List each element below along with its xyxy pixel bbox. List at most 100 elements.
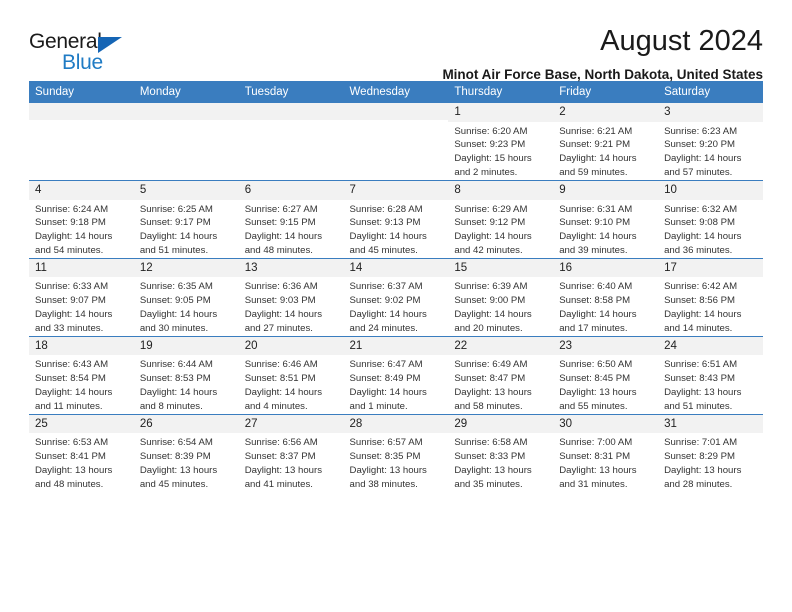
page-subtitle: Minot Air Force Base, North Dakota, Unit…: [442, 67, 763, 83]
page-title: August 2024: [600, 25, 763, 57]
calendar-day-cell[interactable]: 21 Sunrise: 6:47 AM Sunset: 8:49 PM Dayligh…: [343, 335, 449, 415]
day-number: 24: [658, 336, 763, 356]
calendar-day-cell[interactable]: 8 Sunrise: 6:29 AM Sunset: 9:12 PM Daylight…: [448, 179, 554, 259]
day-number: [29, 103, 134, 120]
calendar-day-cell[interactable]: 3 Sunrise: 6:23 AM Sunset: 9:20 PM Daylight…: [658, 103, 763, 181]
sunrise-text: Sunrise: 6:21 AM: [559, 125, 633, 137]
daylight-text-line1: Daylight: 14 hours: [559, 153, 637, 165]
weekday-header-wednesday: Wednesday: [343, 81, 449, 103]
general-blue-logo[interactable]: General Blue: [29, 26, 149, 78]
sunset-text: Sunset: 9:12 PM: [454, 217, 526, 229]
day-number: 30: [553, 414, 659, 434]
daylight-text-line2: and 30 minutes.: [139, 322, 209, 334]
sunrise-text: Sunrise: 6:43 AM: [35, 359, 109, 371]
sunrise-text: Sunrise: 6:54 AM: [139, 437, 213, 449]
sunset-text: Sunset: 8:45 PM: [559, 373, 631, 385]
day-number: 31: [658, 414, 763, 434]
daylight-text-line2: and 36 minutes.: [664, 244, 733, 256]
daylight-text-line1: Daylight: 14 hours: [664, 153, 742, 165]
day-number: [343, 103, 449, 120]
calendar-day-cell[interactable]: 4 Sunrise: 6:24 AM Sunset: 9:18 PM Daylight…: [29, 179, 134, 259]
calendar-day-cell[interactable]: 24 Sunrise: 6:51 AM Sunset: 8:43 PM Dayligh…: [658, 335, 763, 415]
calendar-day-cell[interactable]: 15 Sunrise: 6:39 AM Sunset: 9:00 PM Dayligh…: [448, 257, 554, 337]
day-number: 26: [133, 414, 239, 434]
calendar-day-cell[interactable]: 16 Sunrise: 6:40 AM Sunset: 8:58 PM Dayligh…: [553, 257, 659, 337]
sunrise-text: Sunrise: 6:58 AM: [454, 437, 528, 449]
sunrise-text: Sunrise: 7:01 AM: [664, 437, 738, 449]
calendar-day-cell[interactable]: 19 Sunrise: 6:44 AM Sunset: 8:53 PM Dayligh…: [133, 335, 239, 415]
sunrise-text: Sunrise: 6:25 AM: [139, 203, 213, 215]
daylight-text-line1: Daylight: 14 hours: [139, 309, 218, 321]
daylight-text-line1: Daylight: 14 hours: [559, 309, 637, 321]
calendar-day-cell[interactable]: 17 Sunrise: 6:42 AM Sunset: 8:56 PM Dayligh…: [658, 257, 763, 337]
sunrise-text: Sunrise: 6:33 AM: [35, 281, 109, 293]
calendar-day-cell[interactable]: 26 Sunrise: 6:54 AM Sunset: 8:39 PM Dayligh…: [133, 413, 239, 492]
calendar-day-cell[interactable]: 9 Sunrise: 6:31 AM Sunset: 9:10 PM Daylight…: [553, 179, 659, 259]
daylight-text-line2: and 8 minutes.: [139, 400, 203, 412]
sunrise-text: Sunrise: 6:32 AM: [664, 203, 738, 215]
calendar-day-cell[interactable]: 29 Sunrise: 6:58 AM Sunset: 8:33 PM Dayligh…: [448, 413, 554, 492]
sunrise-text: Sunrise: 6:53 AM: [35, 437, 109, 449]
daylight-text-line2: and 45 minutes.: [349, 244, 418, 256]
calendar-day-cell[interactable]: 12 Sunrise: 6:35 AM Sunset: 9:05 PM Dayligh…: [133, 257, 239, 337]
sunset-text: Sunset: 8:43 PM: [664, 373, 735, 385]
masthead: General Blue August 2024 Minot Air Force…: [29, 0, 763, 83]
day-number: 18: [29, 336, 134, 356]
calendar-day-cell[interactable]: 6 Sunrise: 6:27 AM Sunset: 9:15 PM Daylight…: [238, 179, 344, 259]
day-sun-info: Sunrise: 6:51 AM Sunset: 8:43 PM Daylight:…: [658, 355, 763, 413]
daylight-text-line2: and 45 minutes.: [139, 478, 209, 490]
day-number: 2: [553, 103, 659, 122]
calendar-day-cell[interactable]: 13 Sunrise: 6:36 AM Sunset: 9:03 PM Dayligh…: [238, 257, 344, 337]
daylight-text-line1: Daylight: 14 hours: [664, 309, 742, 321]
sunrise-text: Sunrise: 6:28 AM: [349, 203, 423, 215]
sunset-text: Sunset: 8:54 PM: [35, 373, 106, 385]
daylight-text-line2: and 48 minutes.: [35, 478, 104, 490]
calendar-day-cell[interactable]: 27 Sunrise: 6:56 AM Sunset: 8:37 PM Dayligh…: [238, 413, 344, 492]
day-number: 23: [553, 336, 659, 356]
calendar-day-cell[interactable]: 7 Sunrise: 6:28 AM Sunset: 9:13 PM Daylight…: [343, 179, 449, 259]
daylight-text-line1: Daylight: 14 hours: [244, 309, 323, 321]
calendar-day-cell[interactable]: 1 Sunrise: 6:20 AM Sunset: 9:23 PM Daylight…: [448, 103, 554, 181]
daylight-text-line1: Daylight: 13 hours: [454, 386, 532, 398]
daylight-text-line2: and 17 minutes.: [559, 322, 628, 334]
calendar-day-cell[interactable]: 31 Sunrise: 7:01 AM Sunset: 8:29 PM Dayligh…: [658, 413, 763, 492]
daylight-text-line1: Daylight: 14 hours: [454, 309, 532, 321]
calendar-day-cell[interactable]: 20 Sunrise: 6:46 AM Sunset: 8:51 PM Dayligh…: [238, 335, 344, 415]
day-number: 12: [133, 258, 239, 278]
calendar-day-cell[interactable]: 11 Sunrise: 6:33 AM Sunset: 9:07 PM Dayligh…: [29, 257, 134, 337]
calendar-day-cell[interactable]: 2 Sunrise: 6:21 AM Sunset: 9:21 PM Daylight…: [553, 103, 659, 181]
sunrise-text: Sunrise: 6:50 AM: [559, 359, 633, 371]
calendar-day-cell[interactable]: 14 Sunrise: 6:37 AM Sunset: 9:02 PM Dayligh…: [343, 257, 449, 337]
calendar-day-cell[interactable]: 30 Sunrise: 7:00 AM Sunset: 8:31 PM Dayligh…: [553, 413, 659, 492]
daylight-text-line2: and 14 minutes.: [664, 322, 733, 334]
sunset-text: Sunset: 8:53 PM: [139, 373, 211, 385]
day-sun-info: Sunrise: 6:46 AM Sunset: 8:51 PM Daylight:…: [239, 355, 344, 413]
calendar-day-cell[interactable]: 5 Sunrise: 6:25 AM Sunset: 9:17 PM Daylight…: [133, 179, 239, 259]
calendar-day-cell[interactable]: 10 Sunrise: 6:32 AM Sunset: 9:08 PM Dayligh…: [658, 179, 763, 259]
daylight-text-line2: and 59 minutes.: [559, 167, 628, 179]
day-sun-info: Sunrise: 6:53 AM Sunset: 8:41 PM Daylight:…: [29, 433, 134, 491]
sunset-text: Sunset: 9:15 PM: [244, 217, 316, 229]
sunrise-text: Sunrise: 6:39 AM: [454, 281, 528, 293]
daylight-text-line1: Daylight: 13 hours: [139, 464, 218, 476]
calendar-day-cell[interactable]: 18 Sunrise: 6:43 AM Sunset: 8:54 PM Dayligh…: [29, 335, 134, 415]
weekday-header-sunday: Sunday: [29, 81, 134, 103]
calendar-day-cell[interactable]: 25 Sunrise: 6:53 AM Sunset: 8:41 PM Dayligh…: [29, 413, 134, 492]
day-sun-info: Sunrise: 6:20 AM Sunset: 9:23 PM Daylight:…: [448, 122, 553, 180]
day-number: 3: [658, 103, 763, 122]
calendar-day-cell[interactable]: 23 Sunrise: 6:50 AM Sunset: 8:45 PM Dayligh…: [553, 335, 659, 415]
logo-text-blue: Blue: [62, 51, 103, 74]
day-sun-info: Sunrise: 6:39 AM Sunset: 9:00 PM Daylight:…: [448, 277, 553, 335]
daylight-text-line2: and 41 minutes.: [244, 478, 313, 490]
sunrise-text: Sunrise: 6:51 AM: [664, 359, 738, 371]
daylight-text-line2: and 20 minutes.: [454, 322, 523, 334]
daylight-text-line1: Daylight: 14 hours: [454, 231, 532, 243]
sunrise-text: Sunrise: 6:37 AM: [349, 281, 423, 293]
calendar-week-row: 4 Sunrise: 6:24 AM Sunset: 9:18 PM Daylight…: [29, 179, 763, 259]
day-number: 21: [343, 336, 449, 356]
title-block: August 2024 Minot Air Force Base, North …: [149, 25, 763, 83]
calendar-day-cell[interactable]: 28 Sunrise: 6:57 AM Sunset: 8:35 PM Dayligh…: [343, 413, 449, 492]
calendar-day-cell[interactable]: 22 Sunrise: 6:49 AM Sunset: 8:47 PM Dayligh…: [448, 335, 554, 415]
daylight-text-line1: Daylight: 14 hours: [244, 231, 323, 243]
daylight-text-line1: Daylight: 15 hours: [454, 153, 532, 165]
